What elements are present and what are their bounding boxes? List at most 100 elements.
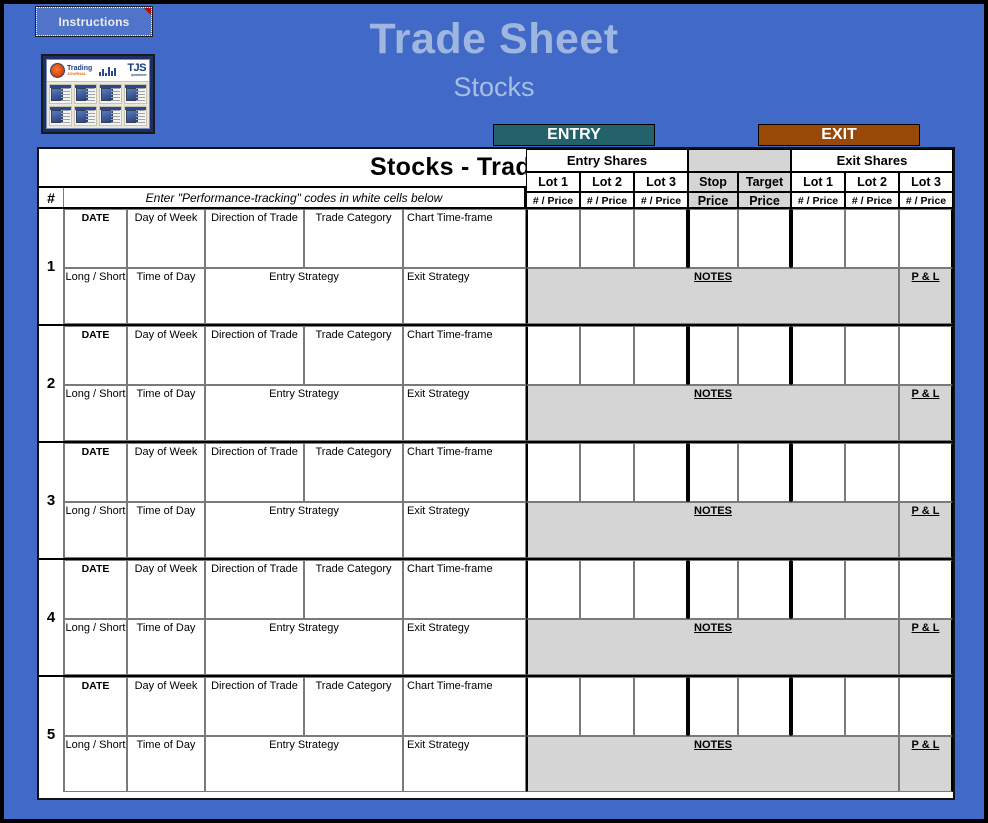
cell-long-short[interactable]: Long / Short [64,736,127,792]
price-input-cell[interactable] [738,560,791,619]
cell-trade-category[interactable]: Trade Category [304,560,403,619]
cell-day-of-week[interactable]: Day of Week [127,209,205,268]
price-input-cell[interactable] [526,209,580,268]
price-input-cell[interactable] [791,443,845,502]
row-number: 3 [39,443,64,558]
cell-direction-of-trade[interactable]: Direction of Trade [205,209,304,268]
price-input-cell[interactable] [845,326,899,385]
price-input-cell[interactable] [845,560,899,619]
price-input-cell[interactable] [899,560,953,619]
cell-chart-time-frame[interactable]: Chart Time-frame [403,326,526,385]
cell-time-of-day[interactable]: Time of Day [127,268,205,324]
cell-trade-category[interactable]: Trade Category [304,443,403,502]
cell-trade-category[interactable]: Trade Category [304,677,403,736]
price-input-cell[interactable] [688,443,738,502]
price-input-cell[interactable] [738,326,791,385]
row-number: 4 [39,560,64,675]
price-input-cell[interactable] [580,677,634,736]
cell-entry-strategy[interactable]: Entry Strategy [205,268,403,324]
notes-cell[interactable]: NOTES [526,268,899,324]
price-input-cell[interactable] [899,209,953,268]
price-input-cell[interactable] [580,443,634,502]
cell-date[interactable]: DATE [64,560,127,619]
price-input-cell[interactable] [791,209,845,268]
cell-time-of-day[interactable]: Time of Day [127,736,205,792]
price-input-cell[interactable] [791,560,845,619]
price-input-cell[interactable] [634,677,688,736]
price-input-cell[interactable] [688,560,738,619]
price-input-cell[interactable] [845,443,899,502]
price-input-cell[interactable] [899,326,953,385]
price-input-cell[interactable] [688,209,738,268]
cell-entry-strategy[interactable]: Entry Strategy [205,385,403,441]
cell-trade-category[interactable]: Trade Category [304,326,403,385]
cell-day-of-week[interactable]: Day of Week [127,443,205,502]
cell-trade-category[interactable]: Trade Category [304,209,403,268]
cell-exit-strategy[interactable]: Exit Strategy [403,385,526,441]
cell-chart-time-frame[interactable]: Chart Time-frame [403,560,526,619]
pl-label: P & L [911,388,940,400]
cell-date[interactable]: DATE [64,326,127,385]
price-input-cell[interactable] [738,209,791,268]
price-input-cell[interactable] [738,677,791,736]
notes-cell[interactable]: NOTES [526,502,899,558]
price-input-cell[interactable] [634,326,688,385]
price-input-cell[interactable] [526,560,580,619]
row-number-value: 4 [46,609,56,626]
cell-day-of-week[interactable]: Day of Week [127,560,205,619]
notes-cell[interactable]: NOTES [526,619,899,675]
pl-cell[interactable]: P & L [899,385,953,441]
pl-cell[interactable]: P & L [899,502,953,558]
cell-long-short[interactable]: Long / Short [64,502,127,558]
pl-cell[interactable]: P & L [899,268,953,324]
cell-direction-of-trade[interactable]: Direction of Trade [205,443,304,502]
price-input-cell[interactable] [580,560,634,619]
price-input-cell[interactable] [845,209,899,268]
price-input-cell[interactable] [580,209,634,268]
cell-exit-strategy[interactable]: Exit Strategy [403,268,526,324]
price-input-cell[interactable] [526,677,580,736]
cell-long-short[interactable]: Long / Short [64,619,127,675]
notes-cell[interactable]: NOTES [526,736,899,792]
pl-cell[interactable]: P & L [899,736,953,792]
cell-date[interactable]: DATE [64,677,127,736]
price-input-cell[interactable] [791,677,845,736]
cell-entry-strategy[interactable]: Entry Strategy [205,619,403,675]
price-input-cell[interactable] [688,326,738,385]
cell-long-short[interactable]: Long / Short [64,268,127,324]
cell-date[interactable]: DATE [64,209,127,268]
price-input-cell[interactable] [526,443,580,502]
price-input-cell[interactable] [634,443,688,502]
cell-entry-strategy[interactable]: Entry Strategy [205,502,403,558]
cell-date[interactable]: DATE [64,443,127,502]
cell-direction-of-trade[interactable]: Direction of Trade [205,560,304,619]
price-input-cell[interactable] [738,443,791,502]
cell-time-of-day[interactable]: Time of Day [127,619,205,675]
cell-day-of-week[interactable]: Day of Week [127,326,205,385]
cell-exit-strategy[interactable]: Exit Strategy [403,619,526,675]
cell-exit-strategy[interactable]: Exit Strategy [403,736,526,792]
price-input-cell[interactable] [899,443,953,502]
pl-cell[interactable]: P & L [899,619,953,675]
cell-direction-of-trade[interactable]: Direction of Trade [205,677,304,736]
cell-chart-time-frame[interactable]: Chart Time-frame [403,209,526,268]
notes-cell[interactable]: NOTES [526,385,899,441]
price-input-cell[interactable] [688,677,738,736]
cell-direction-of-trade[interactable]: Direction of Trade [205,326,304,385]
price-input-cell[interactable] [580,326,634,385]
price-input-cell[interactable] [899,677,953,736]
cell-entry-strategy[interactable]: Entry Strategy [205,736,403,792]
cell-chart-time-frame[interactable]: Chart Time-frame [403,443,526,502]
cell-long-short[interactable]: Long / Short [64,385,127,441]
price-input-cell[interactable] [634,560,688,619]
cell-chart-time-frame[interactable]: Chart Time-frame [403,677,526,736]
price-input-cell[interactable] [791,326,845,385]
cell-day-of-week[interactable]: Day of Week [127,677,205,736]
price-input-cell[interactable] [634,209,688,268]
cell-time-of-day[interactable]: Time of Day [127,385,205,441]
price-input-cell[interactable] [526,326,580,385]
price-input-cell[interactable] [845,677,899,736]
trade-sheet-page: Instructions Trading JOURNAL TJS spreadshe… [4,4,984,819]
cell-exit-strategy[interactable]: Exit Strategy [403,502,526,558]
cell-time-of-day[interactable]: Time of Day [127,502,205,558]
